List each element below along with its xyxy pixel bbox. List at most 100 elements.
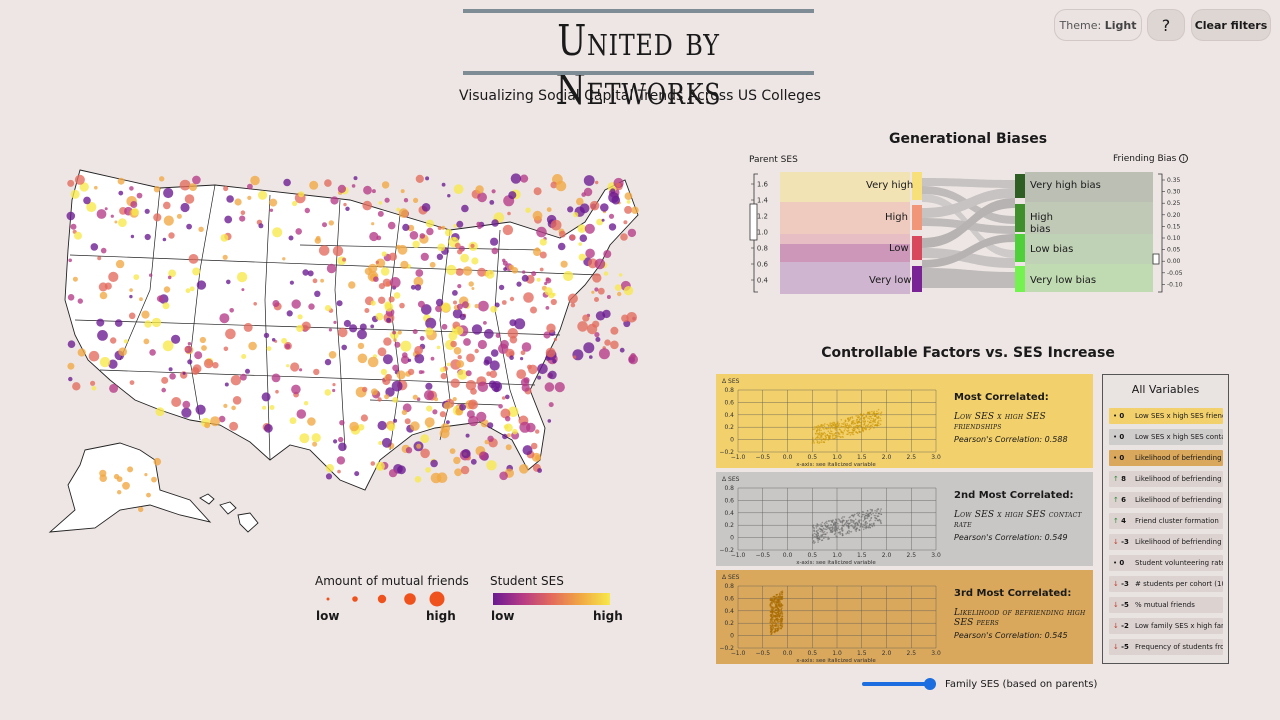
scatter-point — [780, 595, 783, 598]
variable-row[interactable]: ↑ 8 Likelihood of befriending p — [1109, 471, 1223, 487]
scatter-y-tick: 0.8 — [724, 387, 734, 394]
sankey-chart[interactable]: 1.61.41.21.00.80.60.4 0.350.300.250.200.… — [740, 168, 1190, 298]
college-dot — [606, 295, 611, 299]
variable-change-arrow: ↓ — [1113, 538, 1122, 546]
node-low-bias[interactable] — [1015, 234, 1025, 262]
node-very-low-bias[interactable] — [1015, 266, 1025, 292]
theme-toggle-button[interactable]: Theme: Light — [1054, 9, 1142, 41]
college-dot — [624, 205, 633, 214]
variable-row[interactable]: • 0 Low SES x high SES contac — [1109, 429, 1223, 445]
scatter-point — [860, 423, 863, 426]
college-dot — [631, 206, 639, 214]
variable-change-arrow: ↓ — [1113, 643, 1122, 651]
variable-row[interactable]: ↓ -2 Low family SES x high fami — [1109, 618, 1223, 634]
help-button[interactable]: ? — [1147, 9, 1185, 41]
variable-row[interactable]: ↓ -5% mutual friends — [1109, 597, 1223, 613]
scatter-point — [856, 425, 858, 427]
scatter-point — [874, 510, 876, 512]
node-very-high[interactable] — [912, 172, 922, 200]
size-legend-title: Amount of mutual friends — [315, 574, 469, 588]
college-dot — [478, 300, 489, 312]
panel-2-correlation: Pearson's Correlation: 0.549 — [954, 533, 1068, 542]
variable-row[interactable]: • 0 Low SES x high SES friends — [1109, 408, 1223, 424]
college-dot — [272, 227, 283, 238]
parent-ses-brush[interactable] — [749, 203, 758, 241]
scatter-point — [817, 539, 819, 542]
family-ses-slider-track[interactable] — [862, 682, 930, 686]
correlation-panel-2[interactable]: Δ SES −1.0 −0.5 0.0 0.5 1.0 1.5 2.0 2.5 3.0 0.8 0.6… — [716, 472, 1093, 566]
college-dot — [486, 371, 491, 377]
college-dot — [298, 191, 305, 198]
college-dot — [286, 310, 293, 317]
correlation-panel-3[interactable]: Δ SES −1.0 −0.5 0.0 0.5 1.0 1.5 2.0 2.5 3.0 0.8 0.6… — [716, 570, 1093, 664]
college-dot — [388, 296, 395, 303]
scatter-point — [834, 529, 836, 532]
college-dot — [608, 213, 615, 219]
college-dot — [440, 372, 447, 380]
friending-bias-brush[interactable] — [1152, 253, 1160, 265]
college-dot — [453, 184, 464, 194]
clear-filters-button[interactable]: Clear filters — [1191, 9, 1271, 41]
variable-label: Likelihood of befriending p — [1135, 496, 1223, 504]
college-dot — [181, 407, 192, 418]
us-college-map[interactable] — [40, 160, 650, 540]
college-dot — [539, 251, 547, 259]
college-dot — [550, 219, 562, 231]
college-dot — [516, 369, 527, 379]
college-dot — [470, 458, 477, 465]
title-rule-bottom — [463, 71, 814, 75]
scatter-point — [870, 513, 873, 516]
node-low[interactable] — [912, 236, 922, 260]
node-very-low[interactable] — [912, 266, 922, 292]
scatter-point — [838, 528, 841, 531]
variable-row[interactable]: ↓ -5 Frequency of students fror — [1109, 639, 1223, 655]
variable-label: Low SES x high SES contac — [1135, 433, 1223, 441]
college-dot — [315, 235, 321, 241]
college-dot — [413, 197, 419, 203]
college-dot — [223, 403, 228, 408]
college-dot — [417, 300, 425, 308]
scatter-point — [880, 513, 882, 515]
node-high-bias[interactable] — [1015, 204, 1025, 232]
college-dot — [370, 324, 375, 329]
college-dot — [153, 186, 161, 193]
variable-change: ↑ 6 — [1113, 492, 1135, 508]
college-dot — [332, 245, 344, 257]
college-dot — [371, 388, 378, 396]
college-dot — [412, 329, 418, 335]
scatter-x-tick: 1.5 — [857, 454, 867, 461]
ses-color-gradient — [493, 593, 610, 605]
scatter-point — [816, 525, 819, 527]
variable-row[interactable]: ↑ 6 Likelihood of befriending p — [1109, 492, 1223, 508]
node-very-high-bias[interactable] — [1015, 174, 1025, 198]
node-high[interactable] — [912, 205, 922, 230]
college-dot — [522, 270, 526, 274]
variable-row[interactable]: ↓ -3 # students per cohort (100 — [1109, 576, 1223, 592]
scatter-point — [812, 536, 814, 538]
college-dot — [535, 247, 540, 252]
scatter-point — [817, 541, 819, 543]
color-legend-high: high — [593, 609, 623, 623]
scatter-point — [862, 420, 864, 422]
scatter-point — [841, 521, 844, 523]
college-dot — [419, 233, 426, 239]
variable-row[interactable]: ↑ 4 Friend cluster formation — [1109, 513, 1223, 529]
correlation-panel-1[interactable]: Δ SES −1.0 −0.5 0.0 0.5 1.0 1.5 2.0 2.5 3.0 0.8 0.6… — [716, 374, 1093, 468]
variable-row[interactable]: • 0 Likelihood of befriending h — [1109, 450, 1223, 466]
scatter-point — [837, 421, 839, 423]
college-dot — [333, 439, 338, 444]
info-icon[interactable]: i — [1179, 154, 1189, 163]
scatter-point — [769, 605, 771, 607]
variable-row[interactable]: ↓ -3 Likelihood of befriending p — [1109, 534, 1223, 550]
college-dot — [425, 317, 437, 329]
variable-row[interactable]: • 0 Student volunteering rate — [1109, 555, 1223, 571]
college-dot — [326, 263, 337, 274]
scatter-point — [822, 427, 824, 429]
scatter-point — [845, 533, 847, 535]
variable-change: ↓ -3 — [1113, 576, 1135, 592]
college-dot — [248, 341, 257, 351]
college-dot — [567, 293, 578, 304]
college-dot — [269, 405, 275, 410]
family-ses-slider-handle[interactable] — [924, 678, 936, 690]
scatter-point — [869, 524, 872, 526]
